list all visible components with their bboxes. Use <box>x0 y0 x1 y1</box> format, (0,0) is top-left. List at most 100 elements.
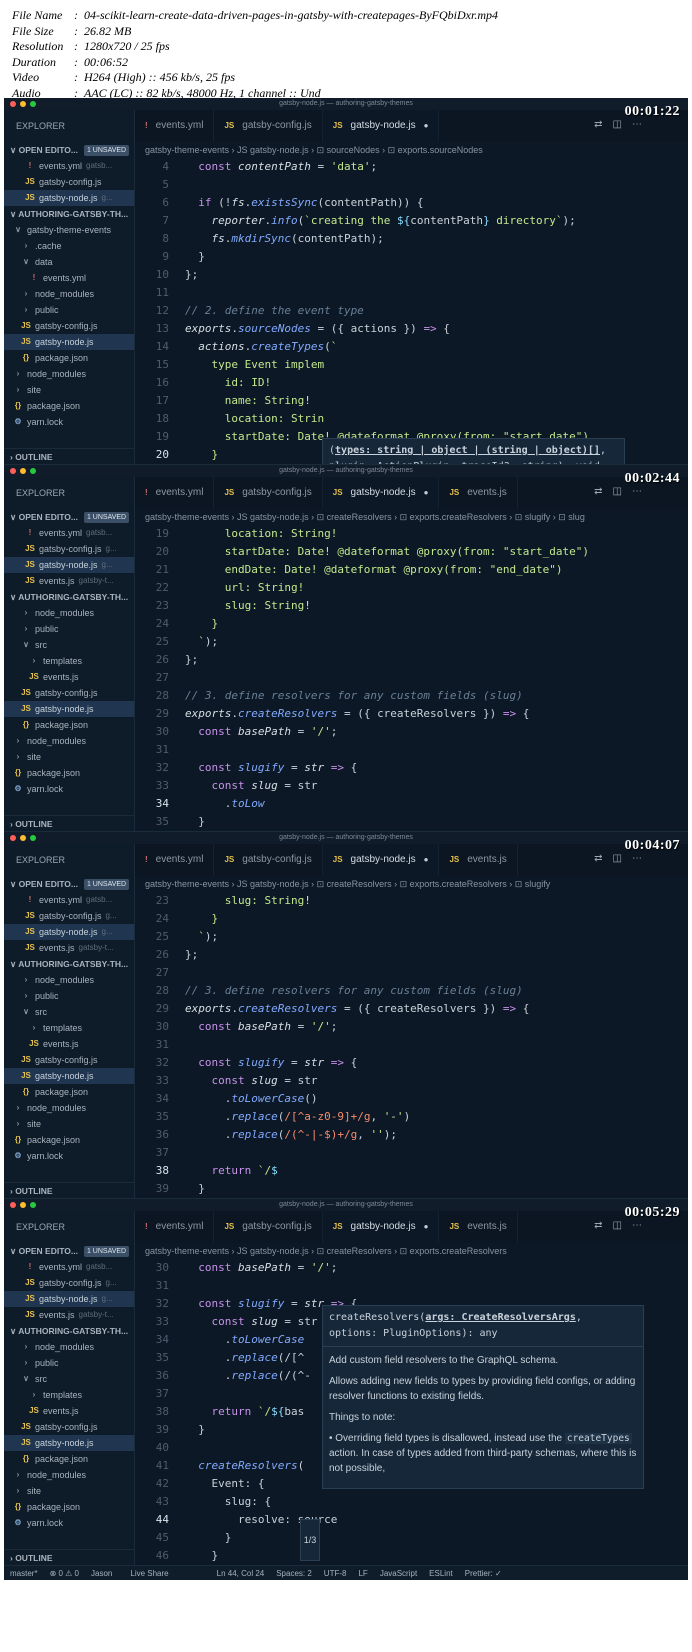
open-editor-item[interactable]: JS gatsby-config.js <box>4 174 134 190</box>
folder-item[interactable]: › node_modules <box>4 366 134 382</box>
folder-item[interactable]: › site <box>4 382 134 398</box>
file-item[interactable]: ! events.yml <box>4 270 134 286</box>
zoom-window-button[interactable] <box>30 101 36 107</box>
file-item[interactable]: JS events.js <box>4 669 134 685</box>
folder-item[interactable]: › node_modules <box>4 733 134 749</box>
editor-tab[interactable]: ! events.yml <box>135 477 215 509</box>
user-status[interactable]: Jason <box>91 1569 112 1578</box>
compare-icon[interactable]: ⇄ <box>594 119 602 130</box>
open-editor-item[interactable]: JS gatsby-node.js g... <box>4 557 134 573</box>
folder-item[interactable]: › node_modules <box>4 1100 134 1116</box>
folder-item[interactable]: › .cache <box>4 238 134 254</box>
open-editor-item[interactable]: JS gatsby-config.js g... <box>4 1275 134 1291</box>
compare-icon[interactable]: ⇄ <box>594 486 602 497</box>
breadcrumb[interactable]: gatsby-theme-events › JS gatsby-node.js … <box>135 1243 688 1259</box>
folder-item[interactable]: › node_modules <box>4 972 134 988</box>
file-item[interactable]: JS events.js <box>4 1036 134 1052</box>
editor-tab[interactable]: ! events.yml <box>135 110 215 142</box>
more-actions-icon[interactable]: ⋯ <box>632 486 642 497</box>
project-section[interactable]: ∨ AUTHORING-GATSBY-TH... <box>4 206 134 222</box>
file-item[interactable]: JS gatsby-node.js <box>4 701 134 717</box>
file-item[interactable]: {} package.json <box>4 1451 134 1467</box>
outline-section[interactable]: › OUTLINE <box>4 1549 135 1565</box>
folder-item[interactable]: › public <box>4 621 134 637</box>
line-ending-status[interactable]: LF <box>358 1569 367 1578</box>
language-mode[interactable]: JavaScript <box>380 1569 417 1578</box>
file-item[interactable]: {} package.json <box>4 717 134 733</box>
folder-item[interactable]: ∨ src <box>4 1371 134 1387</box>
minimize-window-button[interactable] <box>20 835 26 841</box>
file-item[interactable]: JS gatsby-config.js <box>4 318 134 334</box>
file-item[interactable]: JS gatsby-node.js <box>4 1068 134 1084</box>
split-editor-icon[interactable]: ◫ <box>613 853 622 864</box>
split-editor-icon[interactable]: ◫ <box>613 486 622 497</box>
folder-item[interactable]: › templates <box>4 1020 134 1036</box>
folder-item[interactable]: ∨ data <box>4 254 134 270</box>
editor-tab[interactable]: JS gatsby-node.js ● <box>322 1211 440 1243</box>
open-editor-item[interactable]: ! events.yml gatsb... <box>4 1259 134 1275</box>
zoom-window-button[interactable] <box>30 835 36 841</box>
open-editor-item[interactable]: ! events.yml gatsb... <box>4 158 134 174</box>
split-editor-icon[interactable]: ◫ <box>613 1220 622 1231</box>
open-editor-item[interactable]: JS events.js gatsby-t... <box>4 940 134 956</box>
eslint-status[interactable]: ESLint <box>429 1569 453 1578</box>
folder-item[interactable]: › site <box>4 1116 134 1132</box>
folder-item[interactable]: › node_modules <box>4 286 134 302</box>
split-editor-icon[interactable]: ◫ <box>613 119 622 130</box>
open-editor-item[interactable]: JS gatsby-config.js g... <box>4 908 134 924</box>
more-actions-icon[interactable]: ⋯ <box>632 1220 642 1231</box>
close-window-button[interactable] <box>10 835 16 841</box>
open-editor-item[interactable]: JS gatsby-node.js g... <box>4 924 134 940</box>
zoom-window-button[interactable] <box>30 468 36 474</box>
code-editor[interactable]: 19 location: String! 20 startDate: Date! … <box>135 525 688 831</box>
minimize-window-button[interactable] <box>20 1202 26 1208</box>
breadcrumb[interactable]: gatsby-theme-events › JS gatsby-node.js … <box>135 509 688 525</box>
open-editors-section[interactable]: ∨ OPEN EDITO... 1 UNSAVED <box>4 142 134 158</box>
editor-tab[interactable]: JS gatsby-node.js ● <box>322 110 440 142</box>
cursor-position[interactable]: Ln 44, Col 24 <box>217 1569 265 1578</box>
outline-section[interactable]: › OUTLINE <box>4 815 135 831</box>
open-editors-section[interactable]: ∨ OPEN EDITO... 1 UNSAVED <box>4 1243 134 1259</box>
close-window-button[interactable] <box>10 1202 16 1208</box>
minimize-window-button[interactable] <box>20 101 26 107</box>
unsaved-dot-icon[interactable]: ● <box>424 844 429 876</box>
folder-item[interactable]: › public <box>4 1355 134 1371</box>
minimize-window-button[interactable] <box>20 468 26 474</box>
folder-item[interactable]: › templates <box>4 653 134 669</box>
live-share-button[interactable]: Live Share <box>130 1569 168 1578</box>
folder-item[interactable]: ∨ gatsby-theme-events <box>4 222 134 238</box>
file-item[interactable]: JS events.js <box>4 1403 134 1419</box>
breadcrumb[interactable]: gatsby-theme-events › JS gatsby-node.js … <box>135 876 688 892</box>
file-item[interactable]: {} package.json <box>4 1499 134 1515</box>
folder-item[interactable]: › node_modules <box>4 1467 134 1483</box>
open-editors-section[interactable]: ∨ OPEN EDITO... 1 UNSAVED <box>4 876 134 892</box>
file-item[interactable]: ⚙ yarn.lock <box>4 781 134 797</box>
editor-tab[interactable]: JS events.js <box>439 1211 518 1243</box>
file-item[interactable]: JS gatsby-node.js <box>4 1435 134 1451</box>
file-item[interactable]: JS gatsby-node.js <box>4 334 134 350</box>
close-window-button[interactable] <box>10 468 16 474</box>
file-item[interactable]: {} package.json <box>4 1084 134 1100</box>
open-editor-item[interactable]: ! events.yml gatsb... <box>4 892 134 908</box>
open-editor-item[interactable]: JS gatsby-node.js g... <box>4 1291 134 1307</box>
zoom-window-button[interactable] <box>30 1202 36 1208</box>
more-actions-icon[interactable]: ⋯ <box>632 853 642 864</box>
unsaved-dot-icon[interactable]: ● <box>424 110 429 142</box>
editor-tab[interactable]: JS gatsby-config.js <box>214 110 323 142</box>
folder-item[interactable]: › site <box>4 749 134 765</box>
code-editor[interactable]: 4 const contentPath = 'data'; 5 6 if (!fs.… <box>135 158 688 464</box>
open-editor-item[interactable]: JS gatsby-config.js g... <box>4 541 134 557</box>
file-item[interactable]: {} package.json <box>4 765 134 781</box>
encoding-status[interactable]: UTF-8 <box>324 1569 347 1578</box>
open-editor-item[interactable]: JS events.js gatsby-t... <box>4 573 134 589</box>
editor-tab[interactable]: JS gatsby-config.js <box>214 844 323 876</box>
compare-icon[interactable]: ⇄ <box>594 1220 602 1231</box>
folder-item[interactable]: › node_modules <box>4 1339 134 1355</box>
file-item[interactable]: ⚙ yarn.lock <box>4 414 134 430</box>
editor-tab[interactable]: JS gatsby-config.js <box>214 1211 323 1243</box>
folder-item[interactable]: › site <box>4 1483 134 1499</box>
editor-tab[interactable]: JS events.js <box>439 477 518 509</box>
editor-tab[interactable]: JS gatsby-node.js ● <box>322 477 440 509</box>
editor-tab[interactable]: JS gatsby-config.js <box>214 477 323 509</box>
code-editor[interactable]: 23 slug: String! 24 } 25 `); 26}; 27 28// 3. … <box>135 892 688 1198</box>
